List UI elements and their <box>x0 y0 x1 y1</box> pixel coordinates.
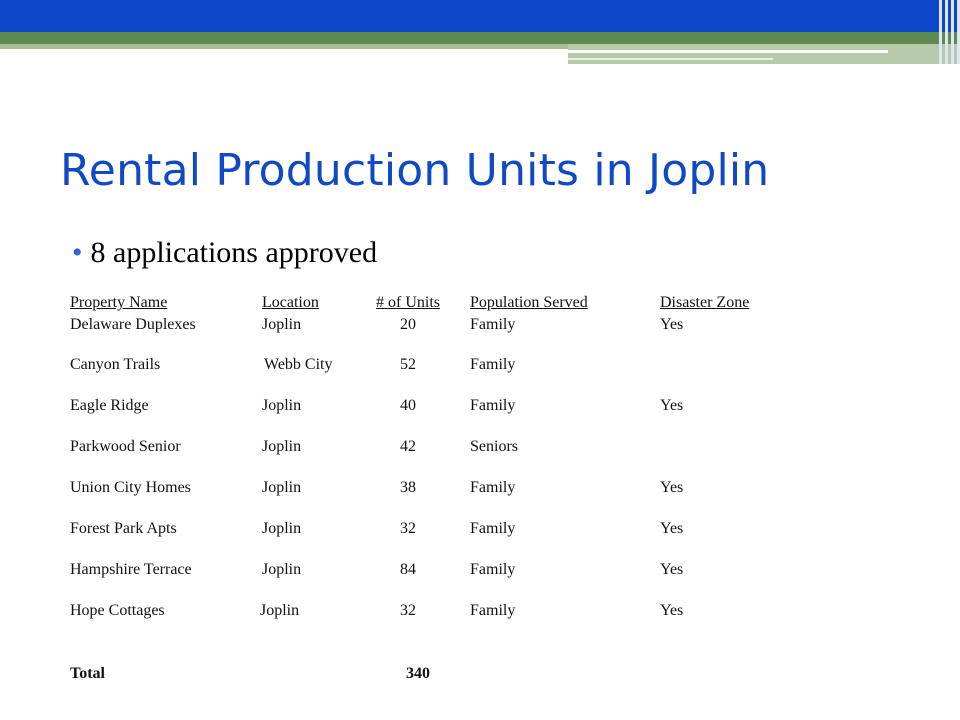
header-stripes <box>930 0 960 64</box>
cell-location: Joplin <box>260 602 300 619</box>
cell-units: 52 <box>400 356 416 373</box>
header-disaster-zone: Disaster Zone <box>660 294 750 311</box>
cell-location: Webb City <box>264 356 333 373</box>
header-bar-sage-right <box>568 44 960 64</box>
cell-location: Joplin <box>262 561 302 578</box>
cell-property: Forest Park Apts <box>70 520 177 537</box>
header-bar-green <box>0 32 960 44</box>
cell-location: Joplin <box>262 397 302 414</box>
header-units: # of Units <box>376 294 440 311</box>
cell-disaster-zone: Yes <box>660 397 684 414</box>
header-bar-sage <box>0 44 568 49</box>
cell-population: Family <box>470 356 516 373</box>
cell-disaster-zone: Yes <box>660 520 684 537</box>
cell-population: Family <box>470 520 516 537</box>
cell-location: Joplin <box>262 520 302 537</box>
bullet-item: • 8 applications approved <box>72 236 377 270</box>
cell-population: Family <box>470 316 516 333</box>
header-line <box>568 50 888 53</box>
cell-location: Joplin <box>262 438 302 455</box>
cell-disaster-zone: Yes <box>660 316 684 333</box>
cell-location: Joplin <box>262 479 302 496</box>
cell-units: 32 <box>400 602 416 619</box>
slide-title: Rental Production Units in Joplin <box>60 145 770 196</box>
cell-property: Canyon Trails <box>70 356 161 373</box>
cell-property: Hope Cottages <box>70 602 165 619</box>
cell-disaster-zone: Yes <box>660 602 684 619</box>
bullet-text: 8 applications approved <box>90 236 378 269</box>
cell-units: 84 <box>400 561 416 578</box>
cell-property: Union City Homes <box>70 479 191 496</box>
header-location: Location <box>262 294 319 311</box>
cell-location: Joplin <box>262 316 302 333</box>
cell-population: Family <box>470 561 516 578</box>
cell-population: Family <box>470 397 516 414</box>
cell-population: Family <box>470 602 516 619</box>
cell-property: Hampshire Terrace <box>70 561 192 578</box>
cell-property: Parkwood Senior <box>70 438 181 455</box>
header-population: Population Served <box>470 294 588 311</box>
cell-property: Eagle Ridge <box>70 397 149 414</box>
cell-units: 40 <box>400 397 416 414</box>
header-bar-blue <box>0 0 960 32</box>
cell-units: 42 <box>400 438 416 455</box>
cell-population: Seniors <box>470 438 518 455</box>
cell-disaster-zone: Yes <box>660 479 684 496</box>
bullet-dot-icon: • <box>72 236 83 269</box>
cell-units: 38 <box>400 479 416 496</box>
cell-property: Delaware Duplexes <box>70 316 196 333</box>
header-line-2 <box>568 58 773 60</box>
cell-population: Family <box>470 479 516 496</box>
cell-units: 20 <box>400 316 416 333</box>
total-label: Total <box>70 665 105 682</box>
total-units: 340 <box>406 665 430 682</box>
cell-disaster-zone: Yes <box>660 561 684 578</box>
header-property-name: Property Name <box>70 294 168 311</box>
cell-units: 32 <box>400 520 416 537</box>
